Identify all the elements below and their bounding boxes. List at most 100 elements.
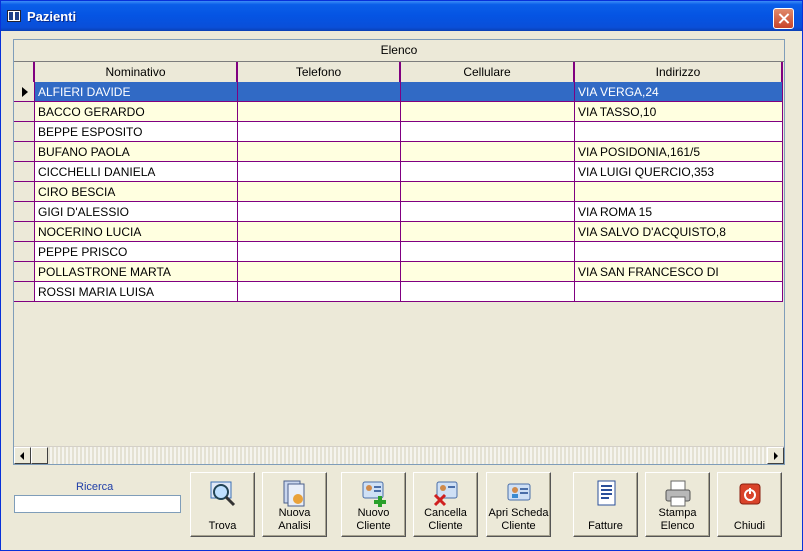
cell-nominativo[interactable]: CIRO BESCIA — [35, 182, 238, 202]
table-row[interactable]: GIGI D'ALESSIO VIA ROMA 15 — [14, 202, 784, 222]
cell-nominativo[interactable]: ROSSI MARIA LUISA — [35, 282, 238, 302]
cell-telefono[interactable] — [238, 162, 401, 182]
cell-nominativo[interactable]: ALFIERI DAVIDE — [35, 82, 238, 102]
apri-scheda-button[interactable]: Apri Scheda Cliente — [486, 472, 551, 537]
cell-cellulare[interactable] — [401, 102, 575, 122]
cell-telefono[interactable] — [238, 262, 401, 282]
scroll-left-button[interactable] — [14, 447, 31, 464]
horizontal-scrollbar[interactable] — [14, 446, 784, 464]
row-selector[interactable] — [14, 182, 35, 202]
cell-indirizzo[interactable] — [575, 282, 783, 302]
table-row[interactable]: POLLASTRONE MARTA VIA SAN FRANCESCO DI — [14, 262, 784, 282]
cell-cellulare[interactable] — [401, 142, 575, 162]
cell-nominativo[interactable]: BEPPE ESPOSITO — [35, 122, 238, 142]
cell-indirizzo[interactable]: VIA SAN FRANCESCO DI — [575, 262, 783, 282]
cell-nominativo[interactable]: PEPPE PRISCO — [35, 242, 238, 262]
nuovo-cliente-button[interactable]: Nuovo Cliente — [341, 472, 406, 537]
row-selector[interactable] — [14, 142, 35, 162]
header-corner — [14, 62, 35, 82]
invoice-document-icon — [591, 479, 621, 509]
patients-grid[interactable]: Elenco Nominativo Telefono Cellulare Ind… — [13, 39, 785, 465]
cell-nominativo[interactable]: CICCHELLI DANIELA — [35, 162, 238, 182]
cell-indirizzo[interactable]: VIA TASSO,10 — [575, 102, 783, 122]
cell-cellulare[interactable] — [401, 282, 575, 302]
scroll-thumb[interactable] — [31, 447, 48, 464]
table-row[interactable]: BACCO GERARDO VIA TASSO,10 — [14, 102, 784, 122]
cell-cellulare[interactable] — [401, 122, 575, 142]
table-row[interactable]: CICCHELLI DANIELA VIA LUIGI QUERCIO,353 — [14, 162, 784, 182]
row-selector[interactable] — [14, 242, 35, 262]
row-selector[interactable] — [14, 222, 35, 242]
button-label: Trova — [208, 520, 237, 532]
grid-group-header: Elenco — [14, 40, 784, 62]
fatture-button[interactable]: Fatture — [573, 472, 638, 537]
nuova-analisi-button[interactable]: Nuova Analisi — [262, 472, 327, 537]
row-selector[interactable] — [14, 122, 35, 142]
cell-cellulare[interactable] — [401, 202, 575, 222]
chiudi-button[interactable]: Chiudi — [717, 472, 782, 537]
cell-indirizzo[interactable] — [575, 182, 783, 202]
cell-cellulare[interactable] — [401, 162, 575, 182]
button-label: Apri Scheda Cliente — [488, 507, 549, 532]
table-row[interactable]: PEPPE PRISCO — [14, 242, 784, 262]
cell-cellulare[interactable] — [401, 242, 575, 262]
button-label: Nuovo Cliente — [356, 507, 391, 532]
row-selector[interactable] — [14, 282, 35, 302]
column-header-indirizzo[interactable]: Indirizzo — [575, 62, 783, 82]
cell-nominativo[interactable]: GIGI D'ALESSIO — [35, 202, 238, 222]
cell-telefono[interactable] — [238, 222, 401, 242]
cell-indirizzo[interactable] — [575, 242, 783, 262]
cell-indirizzo[interactable]: VIA VERGA,24 — [575, 82, 783, 102]
search-label: Ricerca — [76, 481, 114, 493]
column-header-nominativo[interactable]: Nominativo — [35, 62, 238, 82]
arrow-right-icon — [774, 452, 778, 460]
cell-telefono[interactable] — [238, 242, 401, 262]
close-button[interactable] — [773, 8, 794, 29]
table-row[interactable]: ALFIERI DAVIDE VIA VERGA,24 — [14, 82, 784, 102]
row-selector[interactable] — [14, 162, 35, 182]
cell-cellulare[interactable] — [401, 82, 575, 102]
cancella-cliente-button[interactable]: Cancella Cliente — [413, 472, 478, 537]
cell-telefono[interactable] — [238, 142, 401, 162]
title-bar[interactable]: Pazienti — [1, 1, 802, 31]
cell-telefono[interactable] — [238, 202, 401, 222]
button-label: Fatture — [588, 520, 623, 532]
cell-indirizzo[interactable]: VIA SALVO D'ACQUISTO,8 — [575, 222, 783, 242]
table-row[interactable]: ROSSI MARIA LUISA — [14, 282, 784, 302]
search-input[interactable] — [14, 495, 181, 513]
row-selector[interactable] — [14, 102, 35, 122]
table-row[interactable]: BUFANO PAOLA VIA POSIDONIA,161/5 — [14, 142, 784, 162]
cell-indirizzo[interactable] — [575, 122, 783, 142]
cell-telefono[interactable] — [238, 102, 401, 122]
cell-indirizzo[interactable]: VIA POSIDONIA,161/5 — [575, 142, 783, 162]
scroll-right-button[interactable] — [767, 447, 784, 464]
stampa-elenco-button[interactable]: Stampa Elenco — [645, 472, 710, 537]
cell-telefono[interactable] — [238, 82, 401, 102]
column-header-telefono[interactable]: Telefono — [238, 62, 401, 82]
cell-nominativo[interactable]: BUFANO PAOLA — [35, 142, 238, 162]
button-label: Cancella Cliente — [424, 507, 467, 532]
book-icon — [7, 10, 21, 22]
cell-cellulare[interactable] — [401, 182, 575, 202]
row-selector[interactable] — [14, 82, 35, 102]
cell-nominativo[interactable]: NOCERINO LUCIA — [35, 222, 238, 242]
table-row[interactable]: BEPPE ESPOSITO — [14, 122, 784, 142]
row-selector[interactable] — [14, 202, 35, 222]
trova-button[interactable]: Trova — [190, 472, 255, 537]
button-label: Stampa Elenco — [658, 507, 697, 532]
cell-indirizzo[interactable]: VIA ROMA 15 — [575, 202, 783, 222]
table-row[interactable]: NOCERINO LUCIA VIA SALVO D'ACQUISTO,8 — [14, 222, 784, 242]
column-header-cellulare[interactable]: Cellulare — [401, 62, 575, 82]
cell-telefono[interactable] — [238, 182, 401, 202]
cell-nominativo[interactable]: BACCO GERARDO — [35, 102, 238, 122]
cell-telefono[interactable] — [238, 122, 401, 142]
cell-indirizzo[interactable]: VIA LUIGI QUERCIO,353 — [575, 162, 783, 182]
cell-cellulare[interactable] — [401, 262, 575, 282]
row-selector[interactable] — [14, 262, 35, 282]
cell-cellulare[interactable] — [401, 222, 575, 242]
analysis-icon — [280, 479, 310, 509]
cell-nominativo[interactable]: POLLASTRONE MARTA — [35, 262, 238, 282]
cell-telefono[interactable] — [238, 282, 401, 302]
current-row-arrow-icon — [22, 87, 28, 97]
table-row[interactable]: CIRO BESCIA — [14, 182, 784, 202]
